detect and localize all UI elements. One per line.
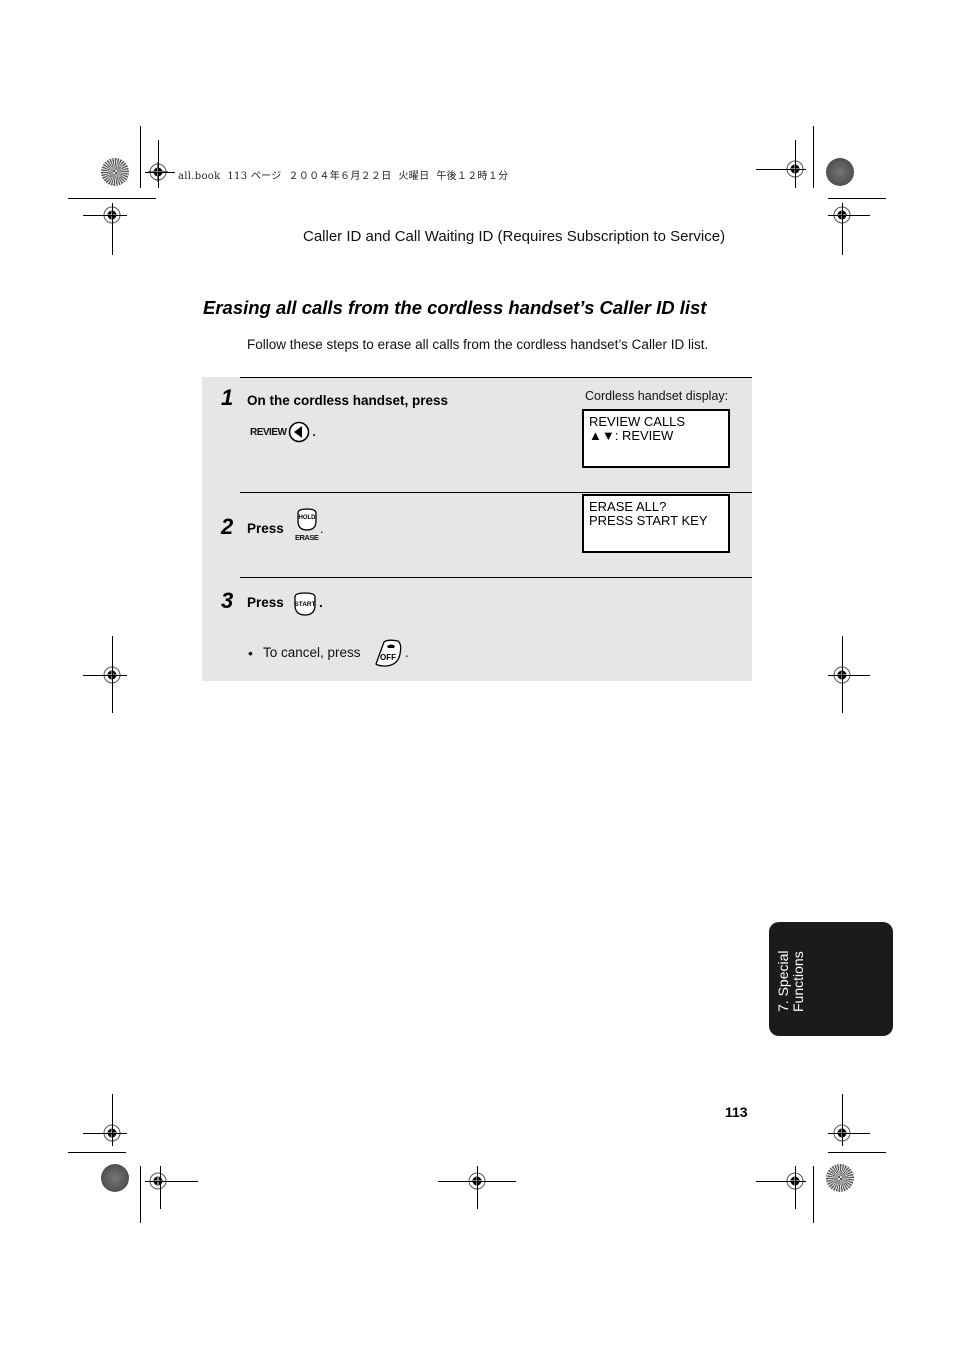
crop-mark [795, 1166, 796, 1209]
step-text: On the cordless handset, press [247, 393, 449, 408]
phone-off-key-icon: OFF [375, 639, 402, 667]
display-line: REVIEW CALLS [589, 414, 686, 429]
crop-mark [158, 140, 159, 188]
step-divider [240, 377, 752, 378]
crop-mark [813, 126, 814, 188]
cancel-text: To cancel, press [263, 645, 361, 660]
bullet-symbol: • [248, 645, 253, 661]
hold-erase-key-icon: HOLD [297, 508, 317, 531]
crop-mark [112, 203, 113, 255]
step-number: 3 [221, 588, 234, 613]
running-head: Caller ID and Call Waiting ID (Requires … [303, 228, 726, 245]
crop-mark [842, 636, 843, 713]
crop-mark [83, 215, 127, 216]
crop-mark [140, 1166, 141, 1223]
step-divider [240, 577, 752, 578]
crop-mark [145, 172, 175, 173]
crop-mark [68, 198, 156, 199]
crop-mark [795, 140, 796, 188]
chapter-tab-line: 7. Special [775, 950, 791, 1012]
crop-mark [756, 169, 806, 170]
step-suffix: . [312, 425, 316, 439]
svg-text:HOLD: HOLD [299, 515, 317, 521]
crop-mark [828, 215, 870, 216]
display-line: ERASE ALL? [589, 499, 667, 514]
page-number: 113 [725, 1104, 748, 1120]
display-line: PRESS START KEY [589, 513, 708, 528]
section-heading: Erasing all calls from the cordless hand… [203, 297, 707, 318]
left-arrow-key-icon [289, 421, 310, 443]
erase-key-label: ERASE [295, 533, 319, 542]
registration-disc-icon [826, 1164, 854, 1192]
display-line: ▲▼: REVIEW [589, 428, 674, 443]
svg-text:START: START [294, 601, 315, 608]
start-key-icon: START [294, 592, 316, 616]
handset-display: REVIEW CALLS ▲▼: REVIEW [582, 409, 730, 468]
off-key: OFF [372, 638, 404, 673]
crop-mark [756, 1181, 806, 1182]
crop-mark [828, 1133, 870, 1134]
step-suffix: . [320, 521, 324, 536]
crop-mark [140, 126, 141, 188]
review-key: REVIEW . [250, 421, 316, 443]
hold-erase-key: HOLD ERASE [293, 507, 321, 543]
start-key: START [293, 591, 317, 622]
review-key-label: REVIEW [250, 426, 287, 438]
handset-display: ERASE ALL? PRESS START KEY [582, 494, 730, 553]
registration-disc-icon [826, 158, 854, 186]
intro-paragraph: Follow these steps to erase all calls fr… [247, 337, 709, 352]
registration-disc-icon [101, 1164, 129, 1192]
crop-mark [477, 1166, 478, 1209]
crop-mark [83, 1133, 127, 1134]
crop-mark [160, 1166, 161, 1209]
crop-mark [112, 1094, 113, 1146]
slug-line: all.book 113 ページ ２００４年６月２２日 火曜日 午後１２時１分 [178, 171, 509, 182]
display-label: Cordless handset display: [585, 389, 729, 403]
registration-disc-icon [101, 158, 129, 186]
step-number: 2 [221, 514, 234, 539]
crop-mark [813, 1166, 814, 1223]
chapter-tab-label: 7. Special Functions [775, 950, 806, 1012]
step-suffix: . [319, 594, 323, 610]
chapter-tab-line: Functions [790, 951, 806, 1012]
crop-mark [842, 203, 843, 255]
step-divider [240, 492, 752, 493]
crop-mark [828, 198, 886, 199]
crop-mark [68, 1152, 126, 1153]
cancel-suffix: . [405, 645, 409, 660]
crop-mark [828, 675, 870, 676]
crop-mark [842, 1094, 843, 1146]
crop-mark [112, 636, 113, 713]
crop-mark [83, 675, 127, 676]
step-number: 1 [221, 385, 234, 410]
step-text: Press [247, 521, 284, 536]
crop-mark [828, 1152, 886, 1153]
step-text: Press [247, 595, 284, 610]
svg-text:OFF: OFF [380, 653, 396, 662]
crop-mark [145, 1181, 198, 1182]
